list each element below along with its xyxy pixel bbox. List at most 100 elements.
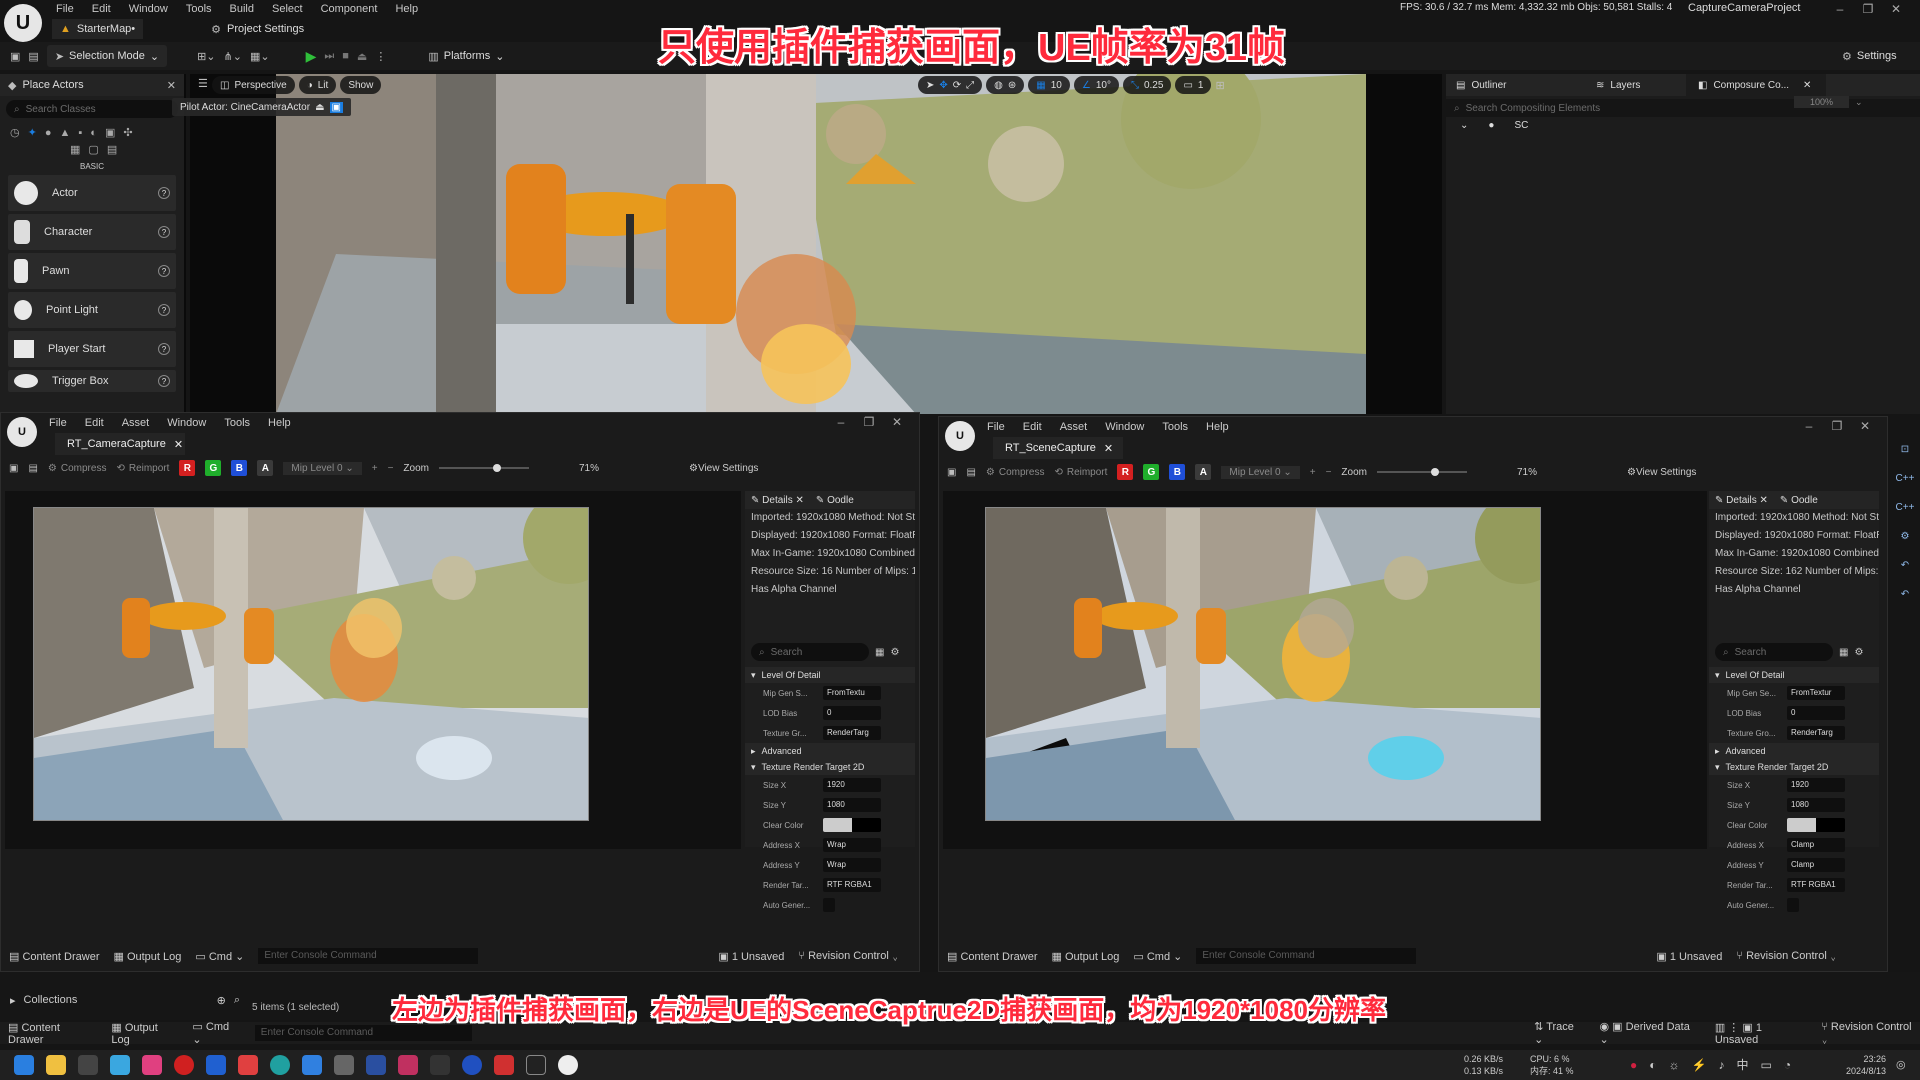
property-dropdown[interactable]: RenderTarg <box>1787 726 1845 740</box>
basic-icon[interactable]: ✦ <box>28 126 37 139</box>
gear-icon[interactable]: ⚙ <box>890 647 899 658</box>
maximize-icon[interactable]: ❐ <box>1823 419 1851 433</box>
output-log-button[interactable]: ▦ Output Log <box>1052 950 1120 963</box>
property-dropdown[interactable]: RTF RGBA1 <box>1787 878 1845 892</box>
level-tab[interactable]: ▲ StarterMap• <box>52 19 144 39</box>
tray-app-icon[interactable]: ● <box>1630 1058 1637 1072</box>
transform-tools[interactable]: ➤ ✥ ⟳ ⤢ <box>918 76 983 94</box>
visual-icon[interactable]: ◐ <box>90 127 97 139</box>
selection-mode-dropdown[interactable]: ➤ Selection Mode ⌄ <box>46 45 168 67</box>
console-input[interactable]: Enter Console Command <box>258 948 479 964</box>
file-explorer-icon[interactable] <box>46 1055 66 1075</box>
menu-tools[interactable]: Tools <box>186 3 212 15</box>
level-viewport[interactable]: ☰ ◫ Perspective ◑ Lit Show Pilot Actor: Ci… <box>172 74 1442 414</box>
close-icon[interactable]: ✕ <box>174 438 183 451</box>
menu-file[interactable]: File <box>987 421 1005 433</box>
app-icon[interactable] <box>142 1055 162 1075</box>
perspective-button[interactable]: ◫ Perspective <box>212 76 295 94</box>
tray-app-icon[interactable]: ◐ <box>1649 1058 1656 1072</box>
mip-level-dropdown[interactable]: Mip Level 0 ⌄ <box>283 461 362 475</box>
menu-edit[interactable]: Edit <box>85 417 104 429</box>
tab-details[interactable]: ✎ Details ✕ <box>1715 495 1768 506</box>
mic-icon[interactable]: ♪ <box>1718 1058 1724 1072</box>
unsaved-button[interactable]: ▣ 1 Unsaved <box>1656 950 1722 963</box>
revision-control-button[interactable]: ⑂ Revision Control ⌄ <box>1736 950 1836 962</box>
auto-generate-checkbox[interactable] <box>1787 898 1799 912</box>
zoom-value[interactable]: 71% <box>1517 467 1537 478</box>
compress-button[interactable]: ⚙ Compress <box>48 463 107 474</box>
section-level-of-detail[interactable]: ▾ Level Of Detail <box>745 667 915 683</box>
app-icon[interactable] <box>110 1055 130 1075</box>
blueprint-icon[interactable]: ⋔⌄ <box>224 50 242 63</box>
geometry-icon[interactable]: ▦ <box>70 143 80 156</box>
gear-icon[interactable]: ⚙ <box>1854 647 1863 658</box>
texture-preview-area[interactable] <box>943 491 1707 849</box>
actor-item-actor[interactable]: Actor? <box>8 175 176 211</box>
save-icon[interactable]: ▣ <box>10 50 20 63</box>
save-icon[interactable]: ▣ <box>9 463 18 474</box>
property-dropdown[interactable]: Wrap <box>823 838 881 852</box>
menu-help[interactable]: Help <box>395 3 418 15</box>
layout-icon[interactable]: ⊞ <box>1215 79 1224 92</box>
tab-layers[interactable]: ≋ Layers <box>1566 80 1686 91</box>
menu-edit[interactable]: Edit <box>92 3 111 15</box>
materials-icon[interactable]: ▢ <box>88 143 98 156</box>
collections-header[interactable]: ▸ Collections ⊕ ⌕ <box>0 988 240 1012</box>
zoom-slider[interactable] <box>438 464 529 472</box>
cinematics-icon[interactable]: ▦⌄ <box>250 50 270 63</box>
unreal-taskbar-icon[interactable] <box>558 1055 578 1075</box>
content-drawer-button[interactable]: ▤ Content Drawer <box>8 1021 97 1046</box>
menu-tools[interactable]: Tools <box>224 417 250 429</box>
tab-details[interactable]: ✎ Details ✕ <box>751 495 804 506</box>
coord-space[interactable]: ◍ ⊛ <box>986 76 1025 94</box>
start-icon[interactable] <box>14 1055 34 1075</box>
ime-icon[interactable]: 中 <box>1736 1056 1748 1073</box>
tray-app-icon[interactable]: ☼ <box>1669 1058 1680 1072</box>
undo-icon[interactable]: ↶ <box>1901 589 1909 600</box>
add-icon[interactable]: ⊕ <box>217 994 226 1007</box>
lights-icon[interactable]: ● <box>45 127 52 139</box>
section-render-target[interactable]: ▾ Texture Render Target 2D <box>1709 759 1879 775</box>
paint-icon[interactable]: ▤ <box>107 143 117 156</box>
terminal-icon[interactable] <box>430 1055 450 1075</box>
app-icon[interactable] <box>494 1055 514 1075</box>
actor-item-character[interactable]: Character? <box>8 214 176 250</box>
browse-icon[interactable]: ▤ <box>966 467 975 478</box>
network-icon[interactable]: ▭ <box>1760 1058 1771 1072</box>
notification-icon[interactable]: ◎ <box>1896 1058 1906 1071</box>
cmd-dropdown[interactable]: ▭ Cmd ⌄ <box>1133 950 1182 963</box>
undo-icon[interactable]: ↶ <box>1901 560 1909 571</box>
zoom-control[interactable]: 100% ⌄ <box>1794 96 1863 108</box>
eject-icon[interactable]: ⏏ <box>357 50 367 63</box>
grid-view-icon[interactable]: ▦ <box>875 647 884 658</box>
help-icon[interactable]: ? <box>158 226 170 238</box>
reimport-button[interactable]: ⟲ Reimport <box>1054 467 1107 478</box>
code-icon[interactable]: C++ <box>1896 473 1915 484</box>
edge-icon[interactable] <box>270 1055 290 1075</box>
search-classes-input[interactable]: ⌕ Search Classes <box>6 100 178 118</box>
app-icon[interactable] <box>78 1055 98 1075</box>
minimize-icon[interactable]: – <box>827 415 855 429</box>
cmd-dropdown[interactable]: ▭ Cmd ⌄ <box>192 1020 240 1046</box>
auto-generate-checkbox[interactable] <box>823 898 835 912</box>
minimize-icon[interactable]: – <box>1795 419 1823 433</box>
lit-button[interactable]: ◑ Lit <box>298 76 337 94</box>
settings-dropdown[interactable]: ⚙ Settings <box>1834 45 1905 67</box>
clock[interactable]: 23:26 2024/8/13 <box>1838 1053 1886 1077</box>
channel-b-toggle[interactable]: B <box>1169 464 1186 480</box>
help-icon[interactable]: ? <box>158 375 170 387</box>
lock-icon[interactable]: ⊡ <box>1901 444 1909 455</box>
console-input[interactable]: Enter Console Command <box>1196 948 1417 964</box>
minus-icon[interactable]: − <box>388 463 394 474</box>
output-log-button[interactable]: ▦ Output Log <box>111 1021 178 1046</box>
asset-tab[interactable]: RT_CameraCapture ✕ <box>55 433 185 455</box>
menu-asset[interactable]: Asset <box>122 417 150 429</box>
menu-edit[interactable]: Edit <box>1023 421 1042 433</box>
texture-preview-area[interactable] <box>5 491 741 849</box>
menu-asset[interactable]: Asset <box>1060 421 1088 433</box>
actor-item-trigger-box[interactable]: Trigger Box? <box>8 370 176 392</box>
app-icon[interactable] <box>334 1055 354 1075</box>
app-icon[interactable] <box>398 1055 418 1075</box>
revision-control-button[interactable]: ⑂ Revision Control ⌄ <box>1821 1021 1920 1045</box>
maximize-icon[interactable]: ❐ <box>855 415 883 429</box>
